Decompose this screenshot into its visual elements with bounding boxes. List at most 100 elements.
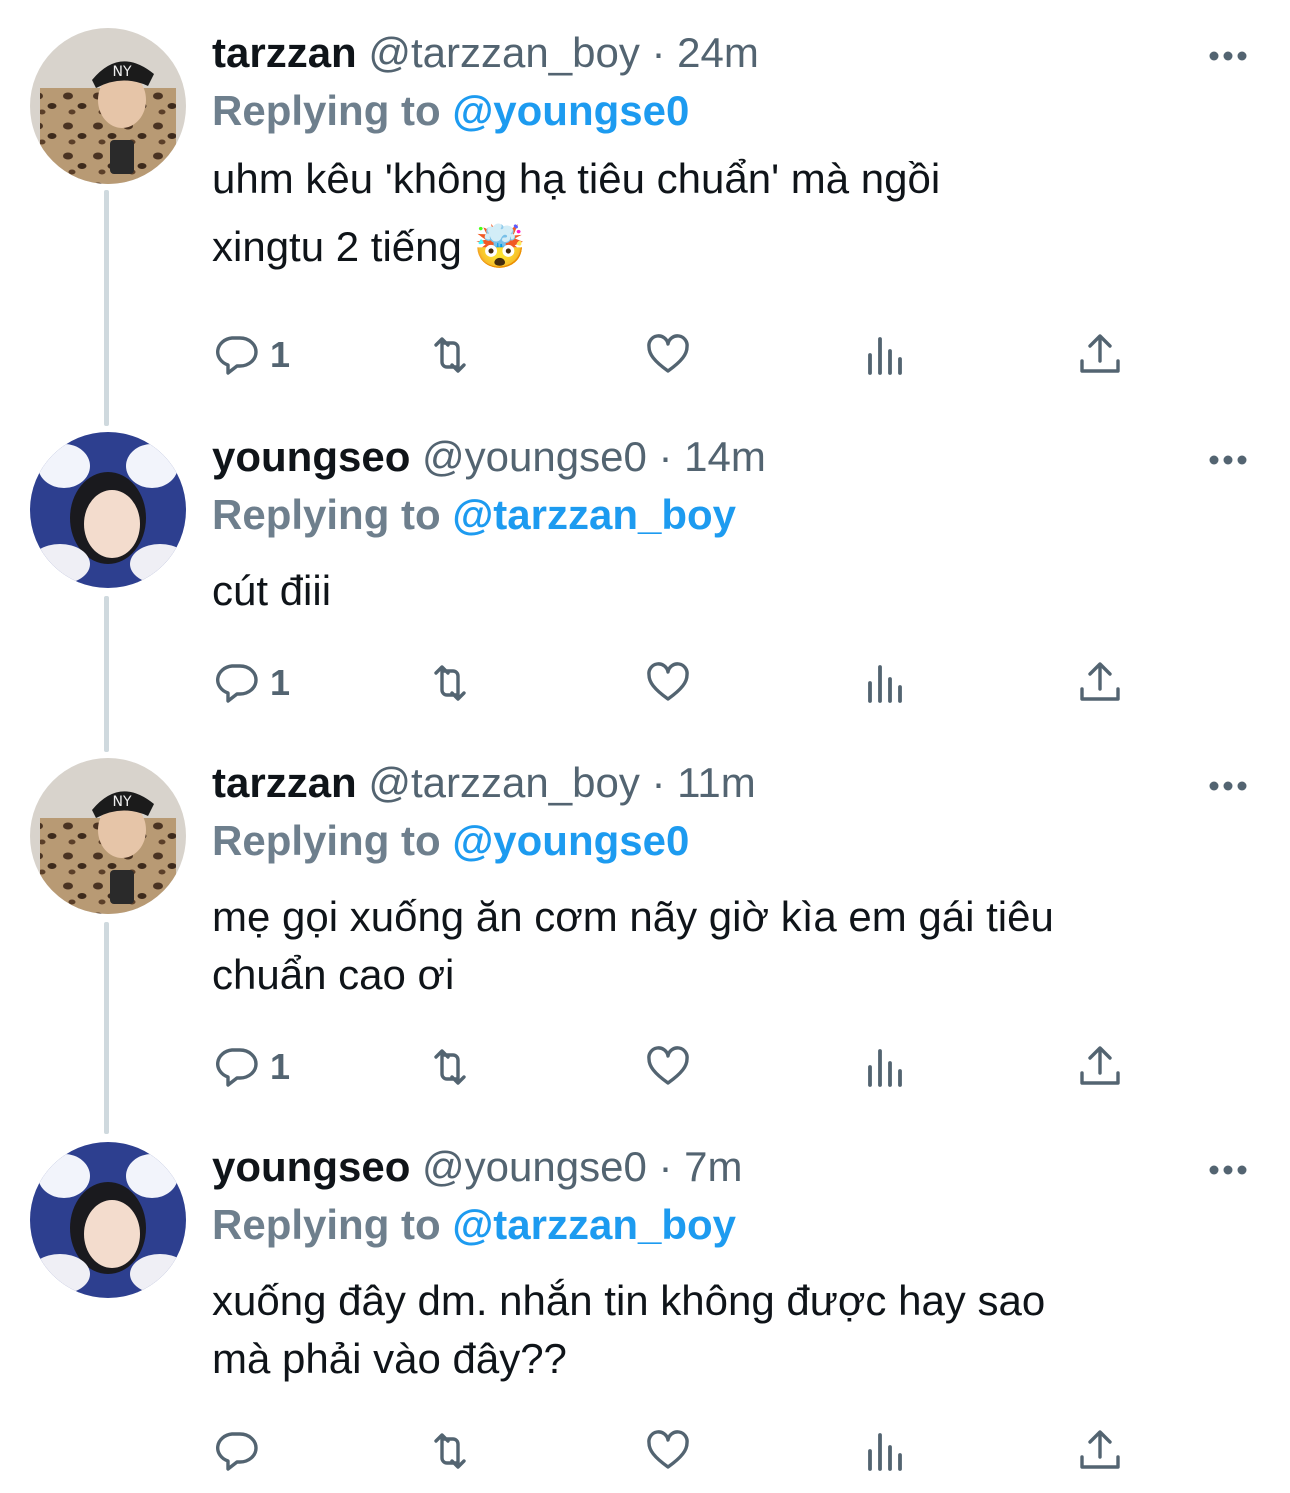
retweet-icon xyxy=(434,337,466,373)
retweet-icon xyxy=(434,1433,466,1469)
user-handle[interactable]: @tarzzan_boy xyxy=(368,759,639,806)
user-handle[interactable]: @youngse0 xyxy=(422,433,647,480)
views-chart-icon xyxy=(868,1049,902,1087)
replying-to-label: Replying to xyxy=(212,817,441,864)
retweet-button[interactable] xyxy=(426,1042,474,1092)
retweet-icon xyxy=(434,1049,466,1085)
reply-icon xyxy=(216,1432,258,1471)
more-options-button[interactable] xyxy=(1208,776,1248,796)
tweet-time[interactable]: 11m xyxy=(677,759,756,806)
tweet-text: cút điii xyxy=(212,562,1250,620)
thread-connector xyxy=(104,190,109,426)
tweet-actions: 1 xyxy=(212,330,1152,380)
like-button[interactable] xyxy=(644,1426,692,1476)
heart-icon xyxy=(647,334,689,373)
avatar-tarzzan[interactable]: NY xyxy=(30,28,186,184)
tweet-actions xyxy=(212,1426,1152,1476)
display-name[interactable]: youngseo xyxy=(212,433,410,480)
reply-icon xyxy=(216,1048,258,1087)
replying-to-label: Replying to xyxy=(212,491,441,538)
thread-connector xyxy=(104,596,109,752)
reply-count: 1 xyxy=(270,334,291,375)
separator-dot: · xyxy=(658,1143,673,1190)
heart-icon xyxy=(647,1046,689,1085)
tweet-text-segment: xingtu 2 tiếng xyxy=(212,223,462,270)
more-options-button[interactable] xyxy=(1208,1160,1248,1180)
avatar-youngseo[interactable] xyxy=(30,432,186,588)
reply-count: 1 xyxy=(270,1046,291,1087)
display-name[interactable]: tarzzan xyxy=(212,29,357,76)
tweet-header: tarzzan @tarzzan_boy · 24m xyxy=(212,28,1250,78)
more-dots-icon xyxy=(1209,1165,1247,1175)
tweet-actions: 1 xyxy=(212,1042,1152,1092)
share-button[interactable] xyxy=(1076,658,1124,708)
display-name[interactable]: tarzzan xyxy=(212,759,357,806)
thread-connector xyxy=(104,922,109,1134)
reply-mention-link[interactable]: @tarzzan_boy xyxy=(452,1201,736,1248)
share-button[interactable] xyxy=(1076,330,1124,380)
retweet-button[interactable] xyxy=(426,658,474,708)
svg-text:NY: NY xyxy=(112,64,131,80)
reply-mention-link[interactable]: @youngse0 xyxy=(452,87,689,134)
reply-mention-link[interactable]: @tarzzan_boy xyxy=(452,491,736,538)
views-chart-icon xyxy=(868,1433,902,1471)
cap-person-avatar-icon: NY xyxy=(30,758,186,914)
share-button[interactable] xyxy=(1076,1426,1124,1476)
tweet-actions: 1 xyxy=(212,658,1152,708)
heart-icon xyxy=(647,662,689,701)
heart-icon xyxy=(647,1430,689,1469)
views-button[interactable] xyxy=(862,1426,910,1476)
tweet-text: mẹ gọi xuống ăn cơm nãy giờ kìa em gái t… xyxy=(212,888,1250,1004)
tweet-text-line: mà phải vào đây?? xyxy=(212,1335,567,1382)
views-button[interactable] xyxy=(862,1042,910,1092)
tweet-text-line: cút điii xyxy=(212,567,332,614)
more-dots-icon xyxy=(1209,781,1247,791)
tweet-time[interactable]: 7m xyxy=(684,1143,742,1190)
like-button[interactable] xyxy=(644,658,692,708)
display-name[interactable]: youngseo xyxy=(212,1143,410,1190)
tweet-time[interactable]: 24m xyxy=(677,29,759,76)
share-icon xyxy=(1080,662,1120,701)
separator-dot: · xyxy=(651,759,666,806)
user-handle[interactable]: @tarzzan_boy xyxy=(368,29,639,76)
share-icon xyxy=(1080,1046,1120,1085)
reply-count: 1 xyxy=(270,662,291,703)
share-icon xyxy=(1080,334,1120,373)
tweet-text-line: uhm kêu 'không hạ tiêu chuẩn' mà ngồi xyxy=(212,155,941,202)
reply-mention-link[interactable]: @youngse0 xyxy=(452,817,689,864)
retweet-button[interactable] xyxy=(426,330,474,380)
separator-dot: · xyxy=(651,29,666,76)
share-button[interactable] xyxy=(1076,1042,1124,1092)
exploding-head-emoji: 🤯 xyxy=(473,223,526,270)
like-button[interactable] xyxy=(644,1042,692,1092)
user-handle[interactable]: @youngse0 xyxy=(422,1143,647,1190)
avatar-youngseo[interactable] xyxy=(30,1142,186,1298)
reply-icon xyxy=(216,664,258,703)
reply-icon xyxy=(216,336,258,375)
avatar-tarzzan[interactable]: NY xyxy=(30,758,186,914)
reply-button[interactable] xyxy=(212,1426,270,1476)
separator-dot: · xyxy=(658,433,673,480)
tweet-header: tarzzan @tarzzan_boy · 11m xyxy=(212,758,1250,808)
replying-to: Replying to @youngse0 xyxy=(212,86,1250,136)
retweet-button[interactable] xyxy=(426,1426,474,1476)
girl-avatar-icon xyxy=(30,1142,186,1298)
replying-to: Replying to @tarzzan_boy xyxy=(212,1200,1250,1250)
views-button[interactable] xyxy=(862,330,910,380)
more-options-button[interactable] xyxy=(1208,450,1248,470)
svg-text:NY: NY xyxy=(112,794,131,810)
more-options-button[interactable] xyxy=(1208,46,1248,66)
replying-to: Replying to @tarzzan_boy xyxy=(212,490,1250,540)
tweet-header: youngseo @youngse0 · 7m xyxy=(212,1142,1250,1192)
tweet-time[interactable]: 14m xyxy=(684,433,766,480)
reply-button[interactable]: 1 xyxy=(212,1042,290,1092)
reply-button[interactable]: 1 xyxy=(212,658,290,708)
tweet-text: xuống đây dm. nhắn tin không được hay sa… xyxy=(212,1272,1250,1388)
tweet-text: uhm kêu 'không hạ tiêu chuẩn' mà ngồi xi… xyxy=(212,150,1250,276)
tweet-header: youngseo @youngse0 · 14m xyxy=(212,432,1250,482)
share-icon xyxy=(1080,1430,1120,1469)
like-button[interactable] xyxy=(644,330,692,380)
reply-button[interactable]: 1 xyxy=(212,330,290,380)
tweet-text-line: xingtu 2 tiếng 🤯 xyxy=(212,218,1250,276)
views-button[interactable] xyxy=(862,658,910,708)
